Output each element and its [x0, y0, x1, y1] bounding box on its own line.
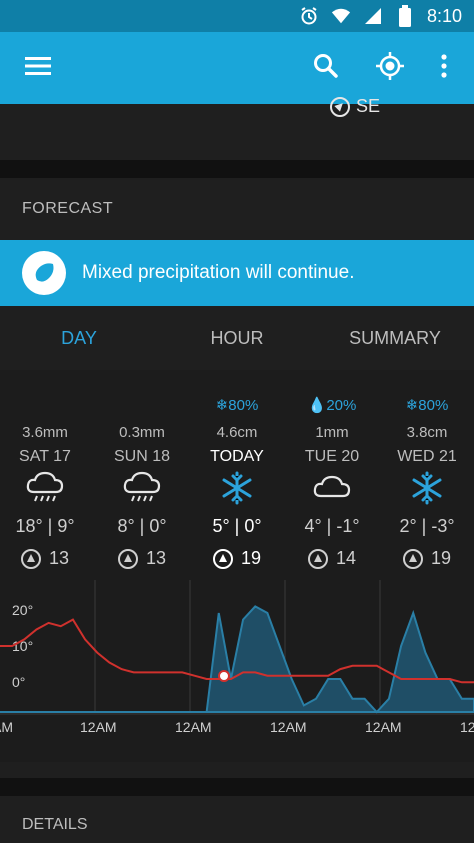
- precip-area: [0, 605, 474, 714]
- search-icon: [313, 53, 339, 84]
- x-axis-labels: AM 12AM 12AM 12AM 12AM 12AM: [0, 719, 474, 735]
- wind: 13: [0, 548, 92, 569]
- x-tick-label: 12AM: [365, 719, 402, 735]
- day-name: TODAY: [210, 448, 264, 465]
- wind-direction-icon: [117, 548, 138, 569]
- compass-icon: [330, 96, 350, 117]
- status-time: 8:10: [426, 5, 462, 26]
- precip-chance: ❄80%: [405, 397, 449, 414]
- precip-chance: [95, 396, 189, 414]
- tab-summary-label: SUMMARY: [349, 327, 441, 348]
- precip-amount: 1mm: [315, 424, 349, 441]
- precip-chance: 💧20%: [307, 397, 357, 414]
- battery-icon: [395, 5, 415, 27]
- temps: 5° | 0°: [212, 516, 262, 536]
- cloud-icon: [312, 470, 352, 506]
- day-name: TUE 20: [304, 448, 360, 465]
- current-conditions-card: [0, 104, 474, 160]
- rain-cloud-icon: [122, 470, 162, 506]
- forecast-banner-text: Mixed precipitation will continue.: [82, 262, 355, 283]
- x-tick-label: 12AM: [270, 719, 307, 735]
- forecast-title: FORECAST: [22, 200, 114, 217]
- wind-direction-icon: [402, 548, 423, 569]
- menu-icon: [25, 56, 51, 81]
- status-bar: 8:10: [0, 0, 474, 32]
- tab-hour[interactable]: HOUR: [158, 306, 316, 370]
- y-tick-label: 20°: [12, 602, 33, 618]
- precip-amount: 0.3mm: [119, 424, 165, 441]
- wind-direction-icon: [20, 548, 41, 569]
- app-bar: [0, 32, 474, 104]
- precip-amount: 4.6cm: [216, 424, 258, 441]
- forecast-tabs: DAY HOUR SUMMARY: [0, 306, 474, 370]
- day-name: WED 21: [397, 448, 457, 465]
- search-button[interactable]: [302, 32, 350, 104]
- wind: 19: [380, 548, 474, 569]
- tab-day[interactable]: DAY: [0, 306, 158, 370]
- day-name: SAT 17: [19, 448, 71, 465]
- wind: 19: [190, 548, 284, 569]
- temps: 2° | -3°: [399, 516, 455, 536]
- wind-direction: SE: [330, 96, 380, 117]
- location-icon: [375, 51, 405, 86]
- daily-forecast: 3.6mm SAT 17 18° | 9° 13 0.3mm SUN 18 8°…: [0, 370, 474, 762]
- location-button[interactable]: [366, 32, 414, 104]
- snowflake-icon: [407, 470, 447, 506]
- temps: 8° | 0°: [117, 516, 167, 536]
- tab-hour-label: HOUR: [210, 327, 264, 348]
- temps: 4° | -1°: [304, 516, 360, 536]
- precip-chance: [0, 396, 92, 414]
- wind: 14: [285, 548, 379, 569]
- day-name: SUN 18: [113, 448, 171, 465]
- rain-cloud-icon: [25, 470, 65, 506]
- precip-amount: 3.6mm: [22, 424, 68, 441]
- wind: 13: [95, 548, 189, 569]
- x-tick-label: 12AM: [175, 719, 212, 735]
- current-time-marker: [218, 670, 230, 682]
- alarm-icon: [299, 6, 319, 26]
- wind-direction-label: SE: [356, 96, 381, 116]
- tab-summary[interactable]: SUMMARY: [316, 306, 474, 370]
- x-tick-label: AM: [0, 719, 13, 735]
- y-axis-labels: 20° 10° 0°: [12, 602, 33, 690]
- tab-day-label: DAY: [61, 327, 97, 348]
- precip-amount: 3.8cm: [406, 424, 448, 441]
- temps: 18° | 9°: [15, 516, 75, 536]
- precip-area-shape: [0, 605, 474, 714]
- temperature-precip-chart[interactable]: 20° 10° 0° AM 12AM 12AM 12AM 12AM 12AM: [0, 580, 474, 762]
- wind-direction-icon: [307, 548, 328, 569]
- menu-button[interactable]: [14, 32, 62, 104]
- x-tick-label: 12AM: [460, 719, 474, 735]
- forecast-banner[interactable]: Mixed precipitation will continue.: [0, 240, 474, 306]
- more-options-button[interactable]: [420, 32, 468, 104]
- wind-direction-icon: [212, 548, 233, 569]
- signal-icon: [363, 6, 383, 26]
- wifi-icon: [331, 6, 351, 26]
- snowflake-icon: [217, 470, 257, 506]
- x-tick-label: 12AM: [80, 719, 117, 735]
- status-icons: 8:10: [299, 0, 462, 32]
- droplet-icon: [22, 251, 66, 295]
- details-title: DETAILS: [22, 816, 88, 833]
- y-tick-label: 0°: [12, 674, 25, 690]
- more-vert-icon: [440, 53, 448, 84]
- details-card: DETAILS: [0, 796, 474, 843]
- forecast-card: FORECAST Mixed precipitation will contin…: [0, 178, 474, 778]
- precip-chance: ❄80%: [215, 397, 259, 414]
